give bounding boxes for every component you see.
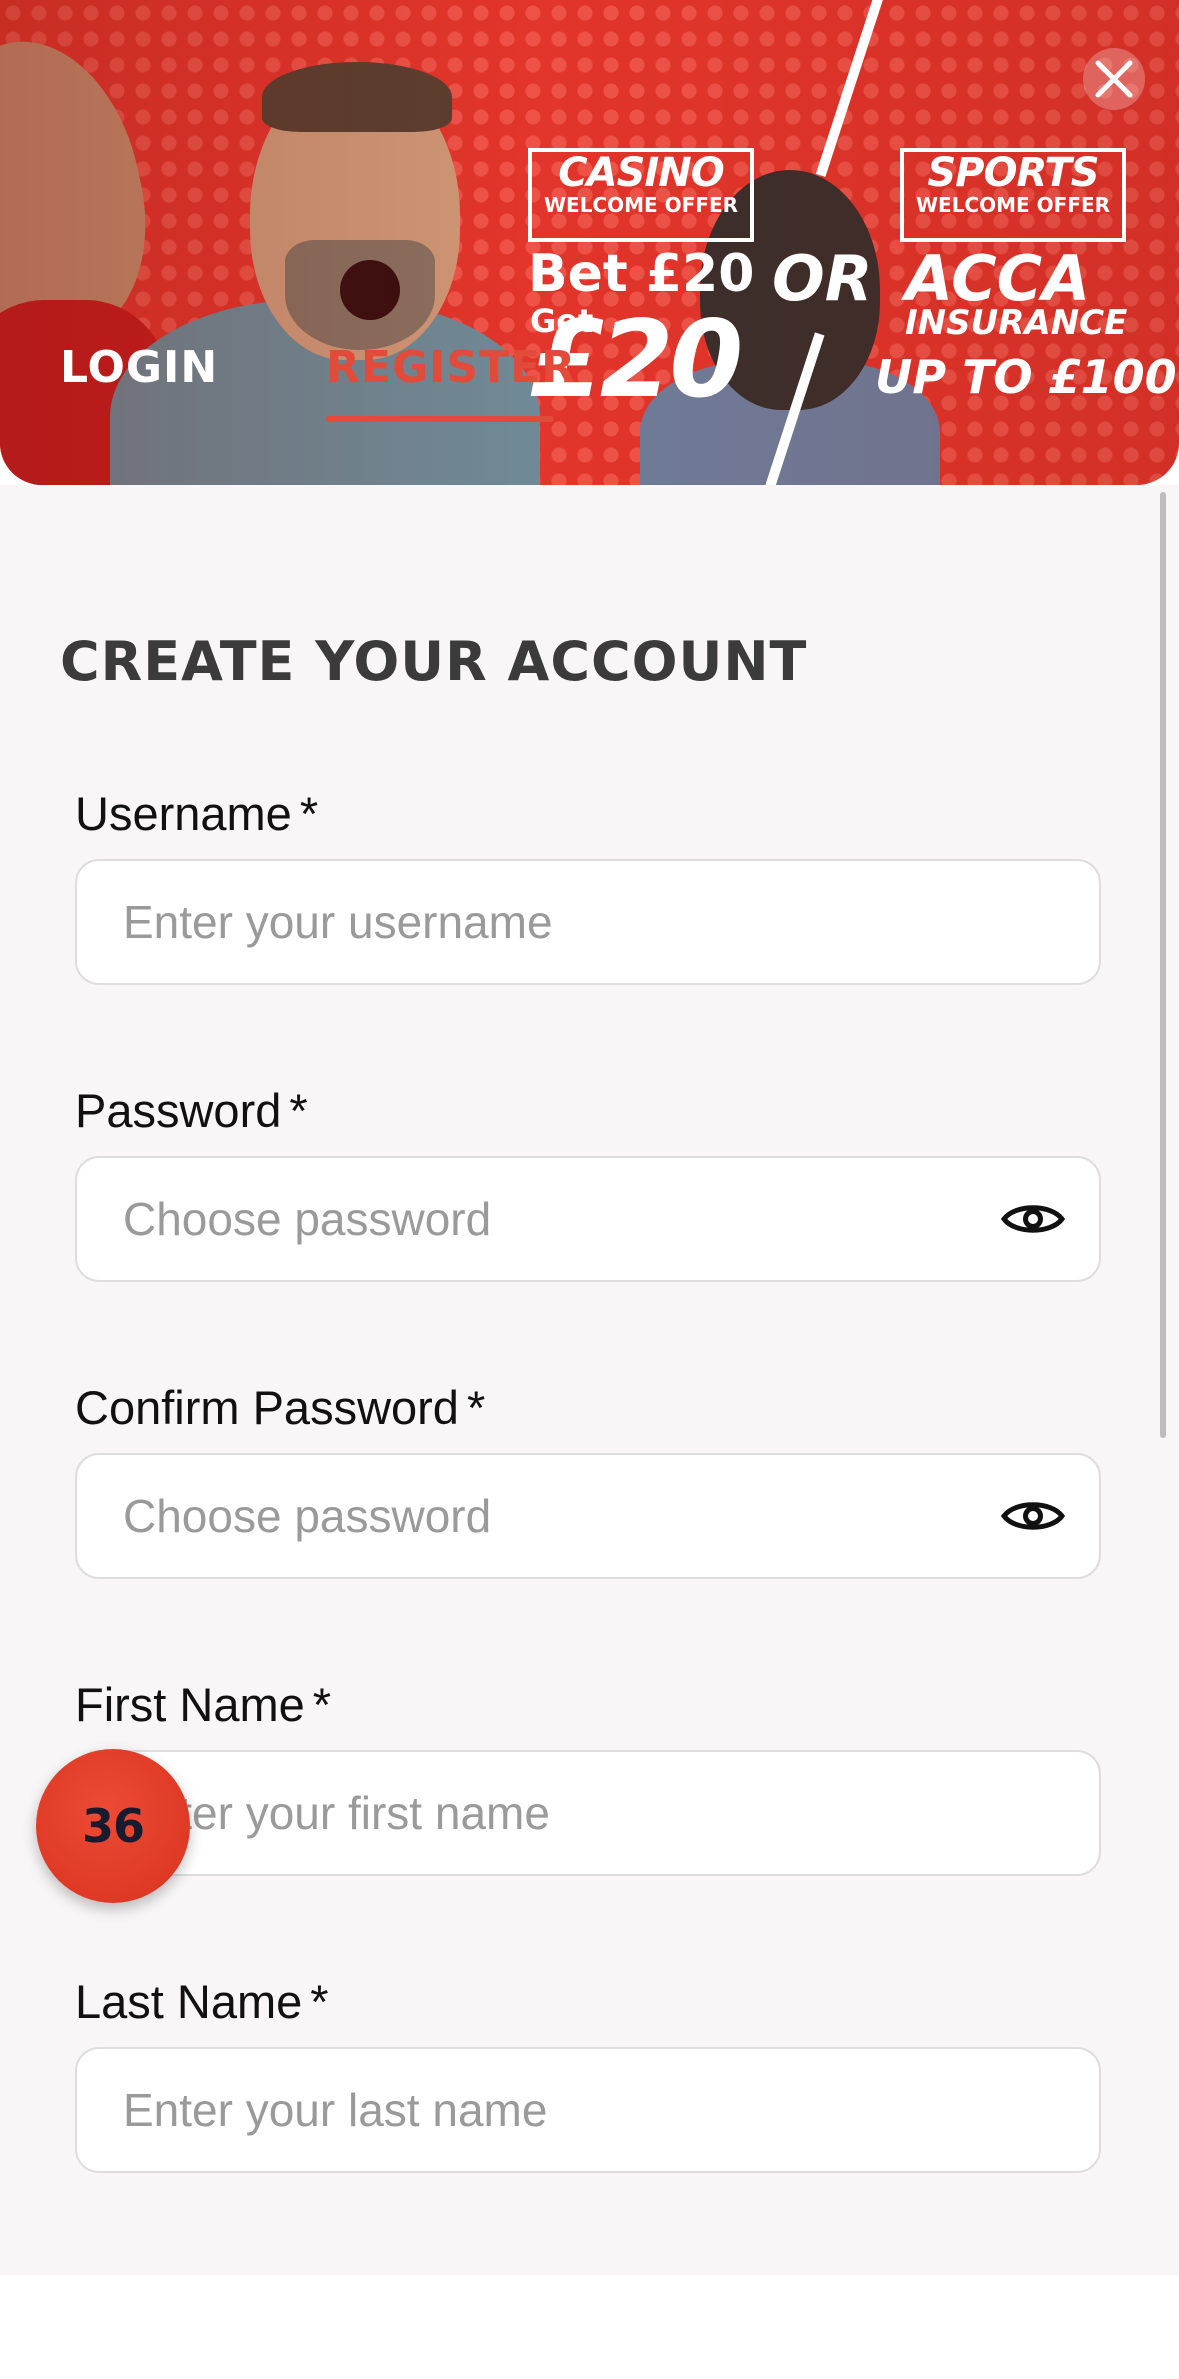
confirm-password-input[interactable] [75, 1453, 1101, 1579]
casino-subtitle: WELCOME OFFER [543, 193, 739, 217]
scrollbar[interactable] [1160, 492, 1166, 1438]
confirm-password-visibility-toggle[interactable] [996, 1486, 1070, 1546]
floating-badge-button[interactable]: 36 [36, 1749, 190, 1903]
tab-login[interactable]: LOGIN [60, 342, 218, 393]
required-marker: * [299, 787, 319, 840]
confirm-password-label: Confirm Password * [75, 1380, 485, 1435]
casino-title: CASINO [558, 150, 724, 196]
first-name-label: First Name * [75, 1677, 331, 1732]
username-label: Username * [75, 786, 318, 841]
insurance-text: INSURANCE [905, 303, 1128, 343]
eye-icon [1001, 1502, 1065, 1530]
first-name-input[interactable] [75, 1750, 1101, 1876]
tab-register[interactable]: REGISTER [326, 342, 576, 393]
register-page: CASINO WELCOME OFFER SPORTS WELCOME OFFE… [0, 0, 1179, 2379]
username-label-text: Username [75, 787, 292, 840]
or-text: OR [772, 242, 873, 315]
required-marker: * [289, 1084, 308, 1137]
tab-register-underline [326, 416, 554, 422]
bottom-spacer [0, 2275, 1179, 2379]
close-icon [1095, 60, 1133, 98]
badge-text: 36 [81, 1799, 145, 1853]
required-marker: * [466, 1381, 486, 1434]
page-title: CREATE YOUR ACCOUNT [60, 630, 808, 693]
username-input[interactable] [75, 859, 1101, 985]
required-marker: * [312, 1678, 332, 1731]
promo-banner: CASINO WELCOME OFFER SPORTS WELCOME OFFE… [0, 0, 1179, 485]
first-name-label-text: First Name [75, 1678, 305, 1731]
last-name-input[interactable] [75, 2047, 1101, 2173]
password-visibility-toggle[interactable] [996, 1189, 1070, 1249]
casino-offer-box: CASINO WELCOME OFFER [528, 148, 754, 242]
password-label: Password * [75, 1083, 308, 1138]
bet-text: Bet £20 [528, 244, 755, 304]
confirm-password-label-text: Confirm Password [75, 1381, 459, 1434]
close-button[interactable] [1083, 48, 1145, 110]
upto-text: UP TO £100 [875, 350, 1177, 404]
sports-subtitle: WELCOME OFFER [915, 193, 1111, 217]
password-label-text: Password [75, 1084, 282, 1137]
required-marker: * [310, 1975, 329, 2028]
password-input[interactable] [75, 1156, 1101, 1282]
eye-icon [1001, 1205, 1065, 1233]
last-name-label: Last Name * [75, 1974, 329, 2029]
sports-offer-box: SPORTS WELCOME OFFER [900, 148, 1126, 242]
sports-title: SPORTS [927, 150, 1099, 196]
last-name-label-text: Last Name [75, 1975, 303, 2028]
